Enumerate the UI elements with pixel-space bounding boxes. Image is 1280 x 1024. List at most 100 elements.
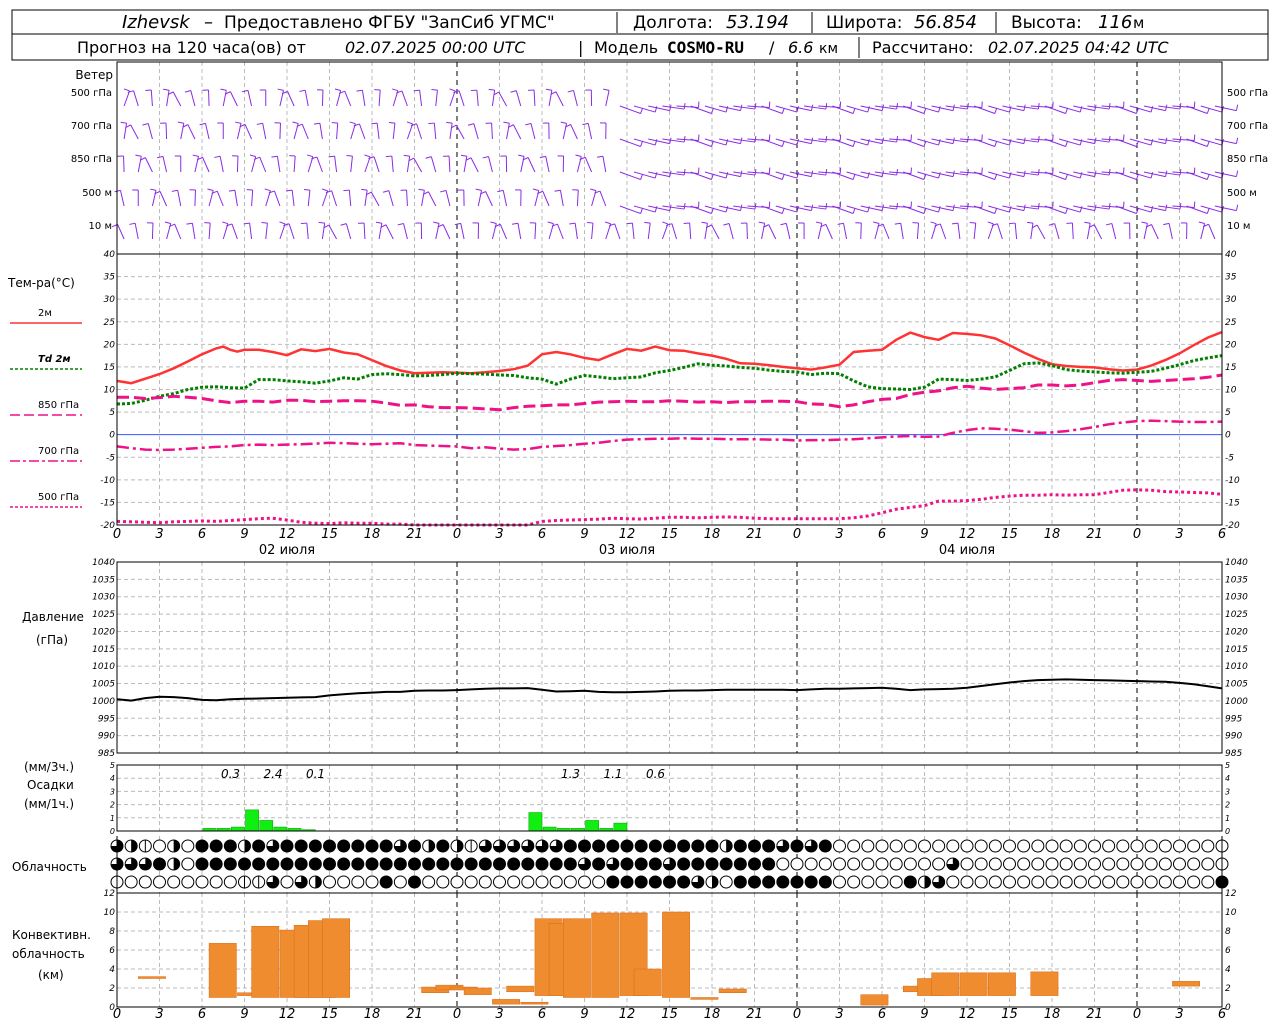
- cloud-symbol: [422, 875, 436, 889]
- wind-barb: [605, 90, 610, 107]
- wind-barb: [249, 223, 253, 240]
- wind-barb: [133, 90, 139, 107]
- wind-barb: [334, 156, 338, 173]
- wind-barb-flag: [837, 222, 844, 225]
- hour-tick-label: 18: [364, 1007, 381, 1022]
- cloud-symbol-fill: [315, 876, 322, 888]
- wind-barb-flag: [532, 188, 539, 191]
- conv-cloud-bar: [1030, 971, 1059, 996]
- cloud-symbol: [946, 875, 960, 889]
- wind-barb-flag: [318, 221, 325, 224]
- conv-tick-label-left: 2: [109, 984, 115, 994]
- cloud-symbol: [195, 857, 209, 871]
- cloud-symbol: [833, 857, 846, 871]
- wind-barb: [987, 223, 994, 240]
- temp-tick-label-left: 10: [104, 386, 116, 396]
- wind-barb-flag: [256, 122, 263, 125]
- hour-tick-label: 0: [453, 1007, 461, 1022]
- wind-barb: [1214, 205, 1237, 212]
- cloud-symbol: [847, 839, 861, 853]
- conv-tick-label-right: 12: [1225, 889, 1237, 899]
- pressure-tick-label-right: 1025: [1225, 610, 1248, 620]
- wind-barb: [599, 190, 607, 207]
- wind-barb: [319, 123, 323, 140]
- wind-barb: [119, 190, 125, 207]
- cloud-symbol: [379, 875, 393, 889]
- wind-barb-flag: [425, 156, 432, 159]
- cloud-symbol: [578, 839, 591, 853]
- pressure-tick-label-left: 1035: [92, 575, 115, 585]
- wind-barb: [137, 156, 142, 173]
- cloud-symbol: [748, 839, 761, 853]
- conv-tick-label-left: 6: [109, 946, 115, 956]
- pressure-tick-label-left: 990: [98, 732, 115, 742]
- wind-barb: [406, 189, 408, 207]
- wind-barb-flag: [475, 188, 482, 191]
- wind-barb: [378, 90, 381, 107]
- precip-unit-bottom: (мм/1ч.): [24, 797, 74, 811]
- wind-barb: [591, 223, 594, 240]
- cloud-symbol: [762, 839, 776, 853]
- cloud-symbol-fill: [924, 876, 931, 888]
- hour-tick-label: 0: [453, 527, 461, 542]
- wind-barb-flag: [454, 222, 461, 226]
- wind-barb-flag: [440, 189, 447, 193]
- cloud-symbol: [1059, 839, 1073, 853]
- temp-tick-label-right: 40: [1225, 250, 1237, 260]
- temp-tick-label-left: 40: [104, 250, 116, 260]
- wind-barb: [428, 191, 437, 207]
- hour-tick-label: 0: [793, 1007, 801, 1022]
- cloud-symbol: [790, 857, 804, 871]
- cloud-symbol: [1158, 857, 1172, 871]
- wind-barb-flag: [129, 222, 136, 225]
- hour-tick-label: 6: [878, 527, 886, 542]
- wind-barb-flag: [385, 155, 392, 158]
- wind-barb: [882, 223, 890, 240]
- wind-barb-flag: [307, 154, 314, 158]
- precip-tick-label-left: 0: [110, 827, 115, 836]
- cloud-symbol: [563, 875, 577, 889]
- cloud-symbol-fill: [244, 840, 251, 852]
- pressure-tick-label-right: 1020: [1225, 627, 1248, 637]
- header-lon-label: Долгота:: [633, 13, 713, 33]
- cloud-symbol: [393, 875, 407, 889]
- cloud-symbol: [1059, 875, 1073, 889]
- conv-title-1: Конвективн.: [12, 928, 91, 942]
- conv-tick-label-left: 8: [109, 927, 115, 937]
- wind-barb: [430, 156, 437, 173]
- wind-barb: [671, 223, 678, 240]
- cloud-symbol: [252, 839, 266, 853]
- wind-barb-flag: [184, 90, 191, 93]
- meteogram-chart: Izhevsk – Предоставлено ФГБУ "ЗапСиб УГМ…: [7, 9, 1269, 1022]
- pressure-tick-label-right: 990: [1225, 732, 1242, 742]
- cloud-symbol: [1187, 875, 1201, 889]
- cloud-symbol: [861, 857, 875, 871]
- wind-barb: [159, 191, 168, 207]
- wind-barb: [204, 123, 210, 140]
- cloud-symbol: [365, 839, 379, 853]
- cloud-symbol: [280, 857, 294, 871]
- hour-tick-label: 15: [321, 527, 338, 542]
- cloud-symbol: [677, 857, 691, 871]
- wind-barb-flag: [582, 122, 589, 126]
- wind-barb: [419, 90, 423, 107]
- wind-barb: [291, 190, 295, 207]
- cloud-symbol: [903, 875, 917, 889]
- hour-tick-label: 0: [1133, 1007, 1141, 1022]
- cloud-symbol: [932, 839, 946, 853]
- conv-cloud-bar: [251, 926, 280, 998]
- wind-barb: [502, 190, 508, 207]
- wind-barb-flag: [503, 121, 510, 124]
- wind-barb-flag: [123, 88, 130, 92]
- precip-tick-label-left: 5: [110, 761, 115, 770]
- conv-cloud-bar: [591, 912, 620, 998]
- wind-barb: [279, 223, 286, 240]
- wind-barb: [344, 90, 352, 107]
- hour-tick-label: 21: [746, 1007, 763, 1022]
- wind-barb: [177, 190, 182, 207]
- wind-barb: [545, 156, 550, 173]
- cloud-symbol-fill: [726, 840, 733, 852]
- cloud-symbol: [1158, 875, 1172, 889]
- cloud-symbol: [946, 839, 960, 853]
- precip-tick-label-right: 5: [1225, 761, 1230, 770]
